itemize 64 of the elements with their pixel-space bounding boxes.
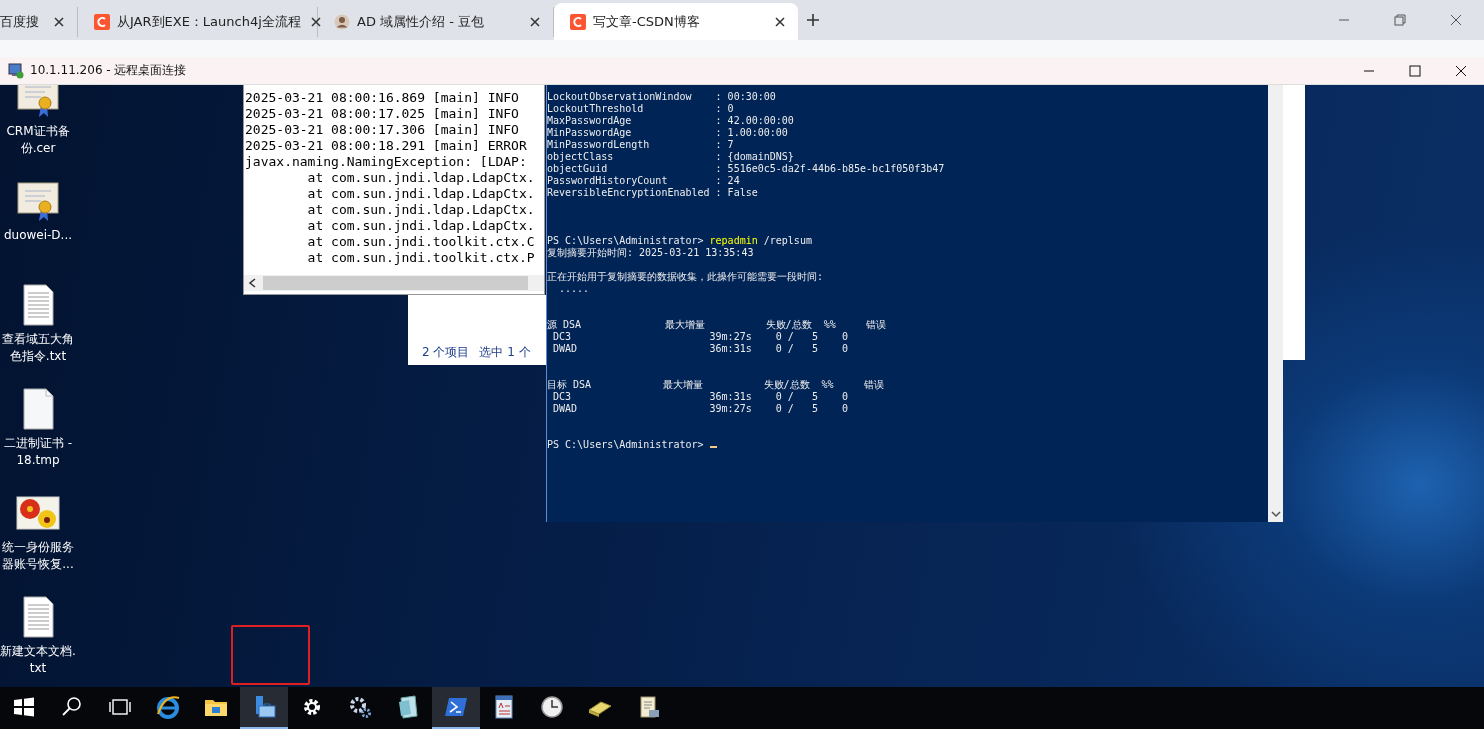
console-line: MinPasswordAge : 1.00:00:00	[547, 127, 788, 139]
console-line: 正在开始用于复制摘要的数据收集，此操作可能需要一段时间:	[547, 271, 824, 283]
console-argument: /replsum	[762, 235, 812, 246]
vertical-scrollbar[interactable]	[1268, 85, 1283, 522]
log-line: 2025-03-21 08:00:18.291 [main] ERROR	[245, 138, 528, 154]
console-line: objectClass : {domainDNS}	[547, 151, 794, 163]
log-line: at com.sun.jndi.ldap.LdapCtx.	[306, 170, 536, 186]
console-line: LockoutObservationWindow : 00:30:00	[547, 91, 776, 103]
status-text: 2 个项目	[422, 344, 470, 361]
browser-tab[interactable]: 百度搜	[0, 7, 78, 37]
file-label[interactable]: 新建文本文档.txt	[0, 643, 76, 677]
maximize-icon[interactable]	[1409, 64, 1421, 77]
console-line: DWAD 39m:27s 0 / 5 0	[552, 403, 849, 415]
console-line: DC3 39m:27s 0 / 5 0	[552, 331, 849, 343]
taskbar-button[interactable]	[432, 687, 480, 729]
c-logo-icon	[94, 14, 110, 30]
console-line: PasswordHistoryCount : 24	[547, 175, 740, 187]
gears-icon	[347, 694, 373, 720]
console-prompt: PS C:\Users\Administrator>	[547, 235, 705, 246]
file-label[interactable]: 二进制证书 - 18.tmp	[0, 435, 76, 469]
log-line: 2025-03-21 08:00:16.869 [main] INFO	[245, 90, 520, 106]
log-line: at com.sun.jndi.ldap.LdapCtx.	[306, 202, 536, 218]
console-line: 目标 DSA 最大增量 失败/总数 %% 错误	[547, 379, 884, 391]
browser-tab[interactable]: 写文章-CSDN博客	[554, 3, 798, 40]
console-line: 复制摘要开始时间: 2025-03-21 13:35:43	[547, 247, 754, 259]
log-line: javax.naming.NamingException: [LDAP:	[245, 154, 528, 170]
window-title: 10.1.11.206 - 远程桌面连接	[30, 62, 188, 79]
file-label[interactable]: CRM证书备份.cer	[0, 123, 76, 157]
browser-tab[interactable]: AD 域属性介绍 - 豆包	[318, 7, 554, 37]
console-line: MaxPasswordAge : 42.00:00:00	[547, 115, 794, 127]
browser-e-icon	[155, 694, 181, 720]
console-line: .....	[558, 283, 590, 295]
clock-icon	[539, 694, 565, 720]
console-line: MinPasswordLength : 7	[547, 139, 734, 151]
taskbar-button[interactable]	[240, 687, 288, 729]
certificate-icon[interactable]	[15, 85, 61, 119]
log-line: at com.sun.jndi.ldap.LdapCtx.	[306, 218, 536, 234]
console-line: LockoutThreshold : 0	[547, 103, 734, 115]
console-prompt: PS C:\Users\Administrator>	[547, 439, 704, 450]
avatar-icon	[334, 14, 350, 30]
file-label[interactable]: 统一身份服务器账号恢复...	[0, 539, 76, 573]
console-command: repadmin	[709, 235, 758, 246]
console-line: objectGuid : 5516e0c5-da2f-44b6-b85e-bc1f050f3b47	[547, 163, 945, 175]
restore-icon[interactable]	[1394, 14, 1406, 26]
text-cursor	[709, 446, 717, 448]
monitor-icon	[8, 62, 24, 79]
console-line: 源 DSA 最大增量 失败/总数 %% 错误	[547, 319, 886, 331]
log-line: 2025-03-21 08:00:17.306 [main] INFO	[245, 122, 520, 138]
console-line: DC3 36m:31s 0 / 5 0	[552, 391, 849, 403]
log-line: at com.sun.jndi.toolkit.ctx.P	[306, 250, 536, 266]
browser-tab[interactable]: 从JAR到EXE：Launch4j全流程	[78, 7, 318, 37]
file-label[interactable]: 查看域五大角色指令.txt	[0, 331, 76, 365]
file-label[interactable]: duowei-D...	[0, 227, 76, 244]
status-text: 选中 1 个	[479, 344, 531, 361]
scrollbar-thumb[interactable]	[263, 276, 528, 290]
certificate-icon[interactable]	[15, 179, 61, 223]
console-line: ReversibleEncryptionEnabled : False	[547, 187, 758, 199]
c-logo-icon	[570, 13, 586, 30]
close-icon[interactable]	[1455, 64, 1467, 77]
log-line: at com.sun.jndi.toolkit.ctx.C	[306, 234, 536, 250]
console-line: DWAD 36m:31s 0 / 5 0	[552, 343, 849, 355]
log-line: at com.sun.jndi.ldap.LdapCtx.	[306, 186, 536, 202]
log-line: 2025-03-21 08:00:17.025 [main] INFO	[245, 106, 520, 122]
horizontal-scrollbar[interactable]	[244, 275, 544, 291]
